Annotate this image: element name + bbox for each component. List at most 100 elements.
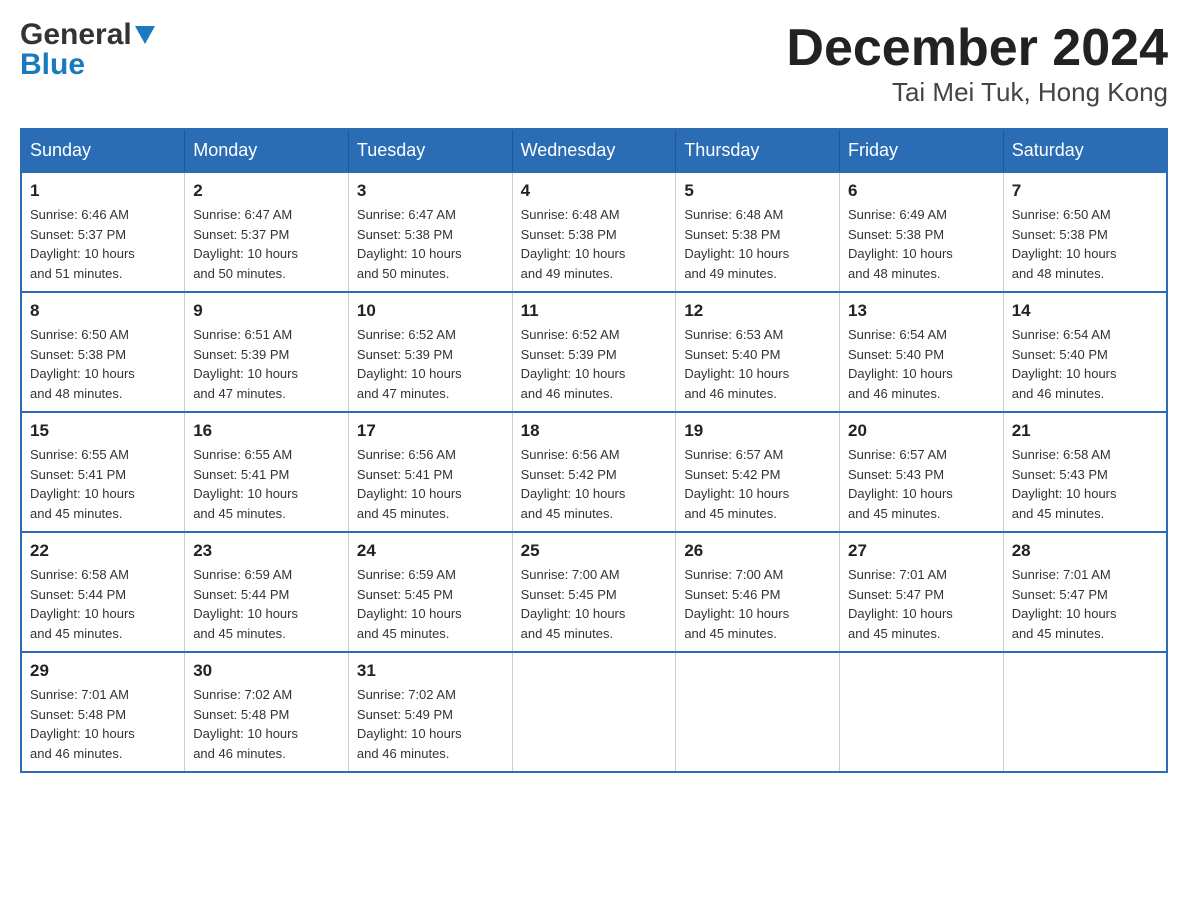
calendar-day-cell: 19 Sunrise: 6:57 AM Sunset: 5:42 PM Dayl…: [676, 412, 840, 532]
day-number: 1: [30, 181, 176, 201]
day-of-week-header: Saturday: [1003, 129, 1167, 172]
day-of-week-header: Thursday: [676, 129, 840, 172]
day-info: Sunrise: 6:47 AM Sunset: 5:38 PM Dayligh…: [357, 205, 504, 283]
day-info: Sunrise: 6:55 AM Sunset: 5:41 PM Dayligh…: [30, 445, 176, 523]
calendar-day-cell: 28 Sunrise: 7:01 AM Sunset: 5:47 PM Dayl…: [1003, 532, 1167, 652]
day-number: 22: [30, 541, 176, 561]
day-info: Sunrise: 6:56 AM Sunset: 5:41 PM Dayligh…: [357, 445, 504, 523]
calendar-week-row: 15 Sunrise: 6:55 AM Sunset: 5:41 PM Dayl…: [21, 412, 1167, 532]
calendar-day-cell: 31 Sunrise: 7:02 AM Sunset: 5:49 PM Dayl…: [348, 652, 512, 772]
calendar-day-cell: [512, 652, 676, 772]
day-number: 9: [193, 301, 340, 321]
calendar-day-cell: 29 Sunrise: 7:01 AM Sunset: 5:48 PM Dayl…: [21, 652, 185, 772]
day-info: Sunrise: 6:51 AM Sunset: 5:39 PM Dayligh…: [193, 325, 340, 403]
day-number: 24: [357, 541, 504, 561]
day-number: 19: [684, 421, 831, 441]
calendar-day-cell: 16 Sunrise: 6:55 AM Sunset: 5:41 PM Dayl…: [185, 412, 349, 532]
day-info: Sunrise: 6:59 AM Sunset: 5:44 PM Dayligh…: [193, 565, 340, 643]
day-number: 21: [1012, 421, 1158, 441]
day-number: 13: [848, 301, 995, 321]
calendar-day-cell: 20 Sunrise: 6:57 AM Sunset: 5:43 PM Dayl…: [840, 412, 1004, 532]
calendar-day-cell: 25 Sunrise: 7:00 AM Sunset: 5:45 PM Dayl…: [512, 532, 676, 652]
calendar-day-cell: 10 Sunrise: 6:52 AM Sunset: 5:39 PM Dayl…: [348, 292, 512, 412]
calendar-day-cell: 2 Sunrise: 6:47 AM Sunset: 5:37 PM Dayli…: [185, 172, 349, 292]
day-info: Sunrise: 6:57 AM Sunset: 5:42 PM Dayligh…: [684, 445, 831, 523]
calendar-day-cell: 8 Sunrise: 6:50 AM Sunset: 5:38 PM Dayli…: [21, 292, 185, 412]
day-number: 29: [30, 661, 176, 681]
calendar-day-cell: 26 Sunrise: 7:00 AM Sunset: 5:46 PM Dayl…: [676, 532, 840, 652]
day-number: 31: [357, 661, 504, 681]
day-number: 8: [30, 301, 176, 321]
calendar-day-cell: 1 Sunrise: 6:46 AM Sunset: 5:37 PM Dayli…: [21, 172, 185, 292]
day-info: Sunrise: 6:56 AM Sunset: 5:42 PM Dayligh…: [521, 445, 668, 523]
location-title: Tai Mei Tuk, Hong Kong: [786, 77, 1168, 108]
day-info: Sunrise: 7:00 AM Sunset: 5:46 PM Dayligh…: [684, 565, 831, 643]
logo-arrow-icon: [135, 26, 155, 46]
day-info: Sunrise: 6:54 AM Sunset: 5:40 PM Dayligh…: [848, 325, 995, 403]
calendar-day-cell: 21 Sunrise: 6:58 AM Sunset: 5:43 PM Dayl…: [1003, 412, 1167, 532]
day-number: 12: [684, 301, 831, 321]
calendar-day-cell: 9 Sunrise: 6:51 AM Sunset: 5:39 PM Dayli…: [185, 292, 349, 412]
day-info: Sunrise: 6:54 AM Sunset: 5:40 PM Dayligh…: [1012, 325, 1158, 403]
day-info: Sunrise: 7:00 AM Sunset: 5:45 PM Dayligh…: [521, 565, 668, 643]
day-number: 2: [193, 181, 340, 201]
calendar-day-cell: [840, 652, 1004, 772]
calendar-week-row: 1 Sunrise: 6:46 AM Sunset: 5:37 PM Dayli…: [21, 172, 1167, 292]
calendar-day-cell: 24 Sunrise: 6:59 AM Sunset: 5:45 PM Dayl…: [348, 532, 512, 652]
logo: General Blue: [20, 20, 155, 80]
calendar-day-cell: [676, 652, 840, 772]
day-number: 11: [521, 301, 668, 321]
day-number: 4: [521, 181, 668, 201]
day-number: 17: [357, 421, 504, 441]
day-info: Sunrise: 6:59 AM Sunset: 5:45 PM Dayligh…: [357, 565, 504, 643]
day-number: 26: [684, 541, 831, 561]
day-number: 23: [193, 541, 340, 561]
day-number: 16: [193, 421, 340, 441]
calendar-day-cell: 18 Sunrise: 6:56 AM Sunset: 5:42 PM Dayl…: [512, 412, 676, 532]
calendar-day-cell: 11 Sunrise: 6:52 AM Sunset: 5:39 PM Dayl…: [512, 292, 676, 412]
day-info: Sunrise: 6:55 AM Sunset: 5:41 PM Dayligh…: [193, 445, 340, 523]
calendar-day-cell: 23 Sunrise: 6:59 AM Sunset: 5:44 PM Dayl…: [185, 532, 349, 652]
day-info: Sunrise: 6:57 AM Sunset: 5:43 PM Dayligh…: [848, 445, 995, 523]
day-number: 27: [848, 541, 995, 561]
day-of-week-header: Wednesday: [512, 129, 676, 172]
month-title: December 2024: [786, 20, 1168, 77]
day-number: 30: [193, 661, 340, 681]
day-info: Sunrise: 6:48 AM Sunset: 5:38 PM Dayligh…: [684, 205, 831, 283]
day-info: Sunrise: 6:48 AM Sunset: 5:38 PM Dayligh…: [521, 205, 668, 283]
day-info: Sunrise: 6:52 AM Sunset: 5:39 PM Dayligh…: [357, 325, 504, 403]
day-info: Sunrise: 6:52 AM Sunset: 5:39 PM Dayligh…: [521, 325, 668, 403]
calendar-header-row: SundayMondayTuesdayWednesdayThursdayFrid…: [21, 129, 1167, 172]
calendar-day-cell: 4 Sunrise: 6:48 AM Sunset: 5:38 PM Dayli…: [512, 172, 676, 292]
calendar-day-cell: 22 Sunrise: 6:58 AM Sunset: 5:44 PM Dayl…: [21, 532, 185, 652]
calendar-table: SundayMondayTuesdayWednesdayThursdayFrid…: [20, 128, 1168, 773]
day-number: 18: [521, 421, 668, 441]
page-header: General Blue December 2024 Tai Mei Tuk, …: [20, 20, 1168, 108]
logo-blue-text: Blue: [20, 48, 85, 81]
day-of-week-header: Friday: [840, 129, 1004, 172]
day-info: Sunrise: 6:47 AM Sunset: 5:37 PM Dayligh…: [193, 205, 340, 283]
calendar-day-cell: 12 Sunrise: 6:53 AM Sunset: 5:40 PM Dayl…: [676, 292, 840, 412]
day-number: 3: [357, 181, 504, 201]
calendar-week-row: 22 Sunrise: 6:58 AM Sunset: 5:44 PM Dayl…: [21, 532, 1167, 652]
day-info: Sunrise: 6:53 AM Sunset: 5:40 PM Dayligh…: [684, 325, 831, 403]
calendar-week-row: 29 Sunrise: 7:01 AM Sunset: 5:48 PM Dayl…: [21, 652, 1167, 772]
calendar-day-cell: 7 Sunrise: 6:50 AM Sunset: 5:38 PM Dayli…: [1003, 172, 1167, 292]
day-number: 15: [30, 421, 176, 441]
calendar-day-cell: 13 Sunrise: 6:54 AM Sunset: 5:40 PM Dayl…: [840, 292, 1004, 412]
day-info: Sunrise: 6:50 AM Sunset: 5:38 PM Dayligh…: [30, 325, 176, 403]
calendar-day-cell: 3 Sunrise: 6:47 AM Sunset: 5:38 PM Dayli…: [348, 172, 512, 292]
day-number: 7: [1012, 181, 1158, 201]
day-number: 10: [357, 301, 504, 321]
day-info: Sunrise: 7:01 AM Sunset: 5:47 PM Dayligh…: [848, 565, 995, 643]
day-number: 28: [1012, 541, 1158, 561]
day-info: Sunrise: 7:02 AM Sunset: 5:49 PM Dayligh…: [357, 685, 504, 763]
day-of-week-header: Tuesday: [348, 129, 512, 172]
day-number: 6: [848, 181, 995, 201]
calendar-day-cell: 5 Sunrise: 6:48 AM Sunset: 5:38 PM Dayli…: [676, 172, 840, 292]
calendar-day-cell: 15 Sunrise: 6:55 AM Sunset: 5:41 PM Dayl…: [21, 412, 185, 532]
day-info: Sunrise: 6:49 AM Sunset: 5:38 PM Dayligh…: [848, 205, 995, 283]
day-info: Sunrise: 6:58 AM Sunset: 5:44 PM Dayligh…: [30, 565, 176, 643]
title-section: December 2024 Tai Mei Tuk, Hong Kong: [786, 20, 1168, 108]
day-of-week-header: Monday: [185, 129, 349, 172]
